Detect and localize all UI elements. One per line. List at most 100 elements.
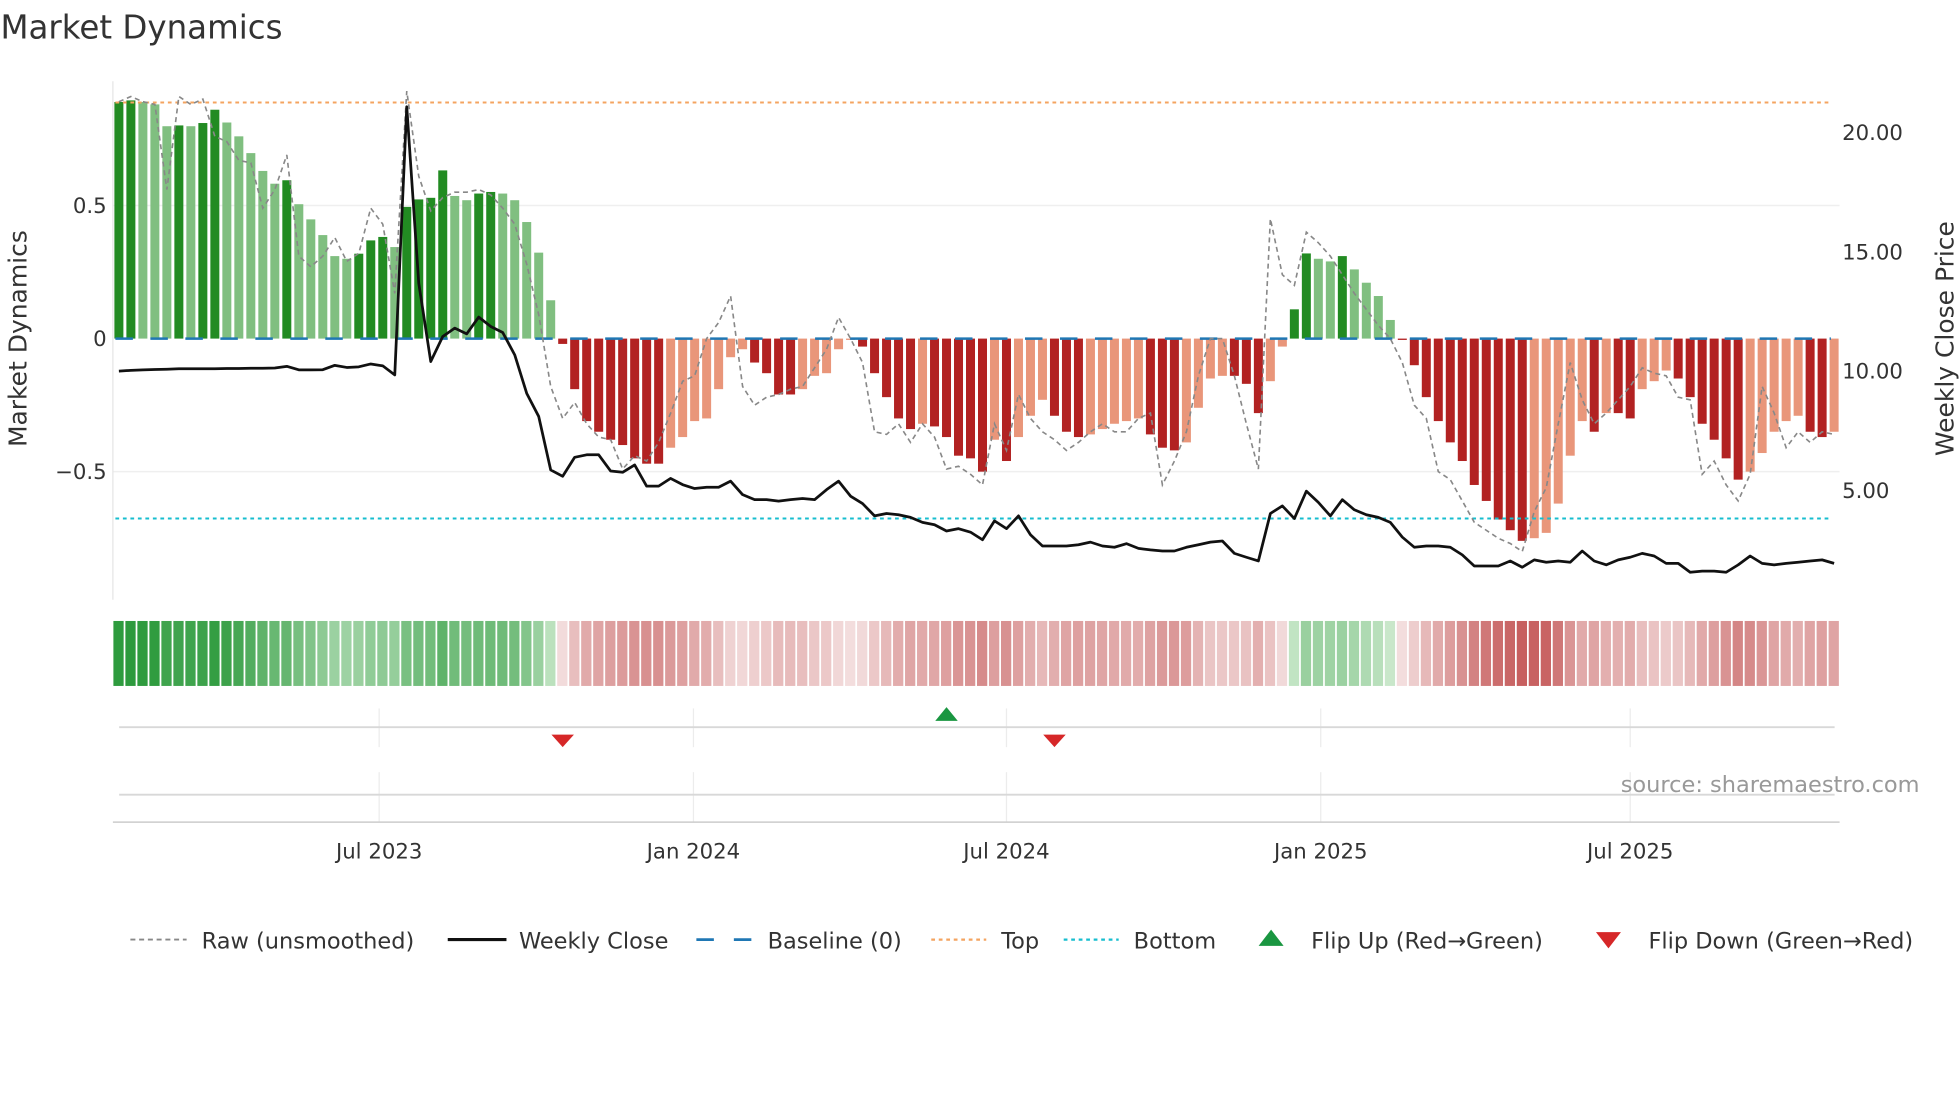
heatmap-cell	[1780, 620, 1791, 686]
dynamics-bar	[1601, 338, 1611, 414]
source-label: source: sharemaestro.com	[1621, 772, 1920, 798]
x-tick-label: Jul 2023	[334, 839, 422, 864]
dynamics-bar	[774, 338, 784, 395]
dynamics-bars	[114, 100, 1839, 541]
dynamics-bar	[1445, 338, 1455, 443]
dynamics-bar	[378, 236, 388, 339]
dynamics-bar	[1313, 258, 1323, 339]
dynamics-bar	[162, 126, 172, 339]
x-tick-label: Jan 2025	[1272, 839, 1368, 864]
dynamics-bar	[402, 206, 412, 339]
heatmap-cell	[1336, 620, 1348, 686]
dynamics-bar	[918, 338, 928, 424]
heatmap-cell	[1768, 620, 1779, 686]
dynamics-bar	[1781, 338, 1791, 422]
dynamics-bar	[1457, 338, 1467, 462]
dynamics-bar	[114, 102, 124, 339]
y2-tick-label: 10.00	[1842, 360, 1903, 385]
heatmap-cell	[1264, 620, 1276, 686]
heatmap-cell	[1204, 620, 1216, 686]
heatmap-cell	[1156, 620, 1168, 686]
dynamics-bar	[1337, 256, 1347, 339]
dynamics-bar	[1265, 338, 1275, 382]
x-tick-label: Jul 2024	[961, 839, 1049, 864]
heatmap-cell	[545, 620, 556, 686]
heatmap-cell	[1384, 620, 1396, 686]
heatmap-cell	[713, 620, 724, 686]
dynamics-bar	[1421, 338, 1431, 398]
legend: Raw (unsmoothed) Weekly Close Baseline (0)…	[130, 928, 1913, 954]
dynamics-bar	[1169, 338, 1179, 451]
heatmap-cell	[461, 620, 472, 686]
y-tick-label: 0	[93, 327, 107, 352]
legend-label: Flip Down (Green→Red)	[1648, 928, 1913, 954]
heatmap-cell	[1504, 620, 1516, 686]
y-tick-label: −0.5	[55, 460, 107, 485]
heatmap-cell	[1024, 620, 1036, 686]
dynamics-bar	[798, 338, 808, 390]
dynamics-bar	[1481, 338, 1491, 501]
dynamics-bar	[966, 338, 976, 459]
heatmap-cell	[988, 620, 1000, 686]
y2-axis-title: Weekly Close Price	[1930, 221, 1959, 456]
heatmap-cell	[1636, 620, 1647, 686]
dynamics-bar	[930, 338, 940, 427]
heatmap-cell	[305, 620, 316, 686]
heatmap-cell	[1816, 620, 1827, 686]
heatmap-cell	[893, 620, 904, 686]
dynamics-bar	[1805, 338, 1815, 432]
heatmap-cell	[209, 620, 220, 686]
dynamics-bar	[1145, 338, 1155, 435]
heatmap-cell	[665, 620, 676, 686]
heatmap-cell	[773, 620, 784, 686]
dynamics-bar	[1217, 338, 1227, 376]
heatmap-cell	[1216, 620, 1228, 686]
dynamics-bar	[714, 338, 724, 390]
heatmap-cell	[1456, 620, 1468, 686]
heatmap-cell	[1468, 620, 1480, 686]
dynamics-bar	[1433, 338, 1443, 422]
heatmap-cell	[317, 620, 328, 686]
heatmap-cell	[437, 620, 448, 686]
heatmap-cell	[1228, 620, 1240, 686]
dynamics-bar	[1061, 338, 1071, 432]
dynamics-bar	[1685, 338, 1695, 398]
heatmap-cell	[1588, 620, 1599, 686]
dynamics-bar	[138, 102, 148, 339]
dynamics-bar	[1349, 269, 1359, 339]
dynamics-bar	[330, 256, 340, 339]
heatmap-cell	[1072, 620, 1084, 686]
dynamics-bar	[126, 100, 136, 339]
heatmap-cell	[761, 620, 772, 686]
series-lines	[118, 90, 1835, 574]
dynamics-bar	[738, 338, 748, 350]
heatmap-cell	[353, 620, 364, 686]
dynamics-bar	[1541, 338, 1551, 533]
dynamics-bar	[1517, 338, 1527, 541]
dynamics-bar	[870, 338, 880, 374]
dynamics-bar	[426, 197, 436, 339]
heatmap-cell	[953, 620, 964, 686]
dynamics-bar	[1493, 338, 1503, 520]
heatmap-cell	[281, 620, 292, 686]
dynamics-bar	[1121, 338, 1131, 422]
heatmap-cell	[1720, 620, 1731, 686]
dynamics-bar	[822, 338, 832, 374]
dynamics-bar	[450, 195, 460, 339]
heatmap-cell	[1180, 620, 1192, 686]
dynamics-bar	[1205, 338, 1215, 379]
legend-label: Flip Up (Red→Green)	[1311, 928, 1543, 954]
dynamics-bar	[1025, 338, 1035, 416]
heatmap-cell	[1672, 620, 1683, 686]
heatmap-cell	[497, 620, 508, 686]
heatmap-cell	[797, 620, 808, 686]
flip-markers-panel	[112, 707, 1840, 823]
heatmap-cell	[1396, 620, 1408, 686]
heatmap-cell	[173, 620, 184, 686]
heatmap-cell	[1012, 620, 1024, 686]
dynamics-bar	[1733, 338, 1743, 480]
dynamics-bar	[1097, 338, 1107, 430]
dynamics-bar	[186, 126, 196, 339]
dynamics-bar	[1289, 309, 1299, 339]
heatmap-cell	[329, 620, 340, 686]
